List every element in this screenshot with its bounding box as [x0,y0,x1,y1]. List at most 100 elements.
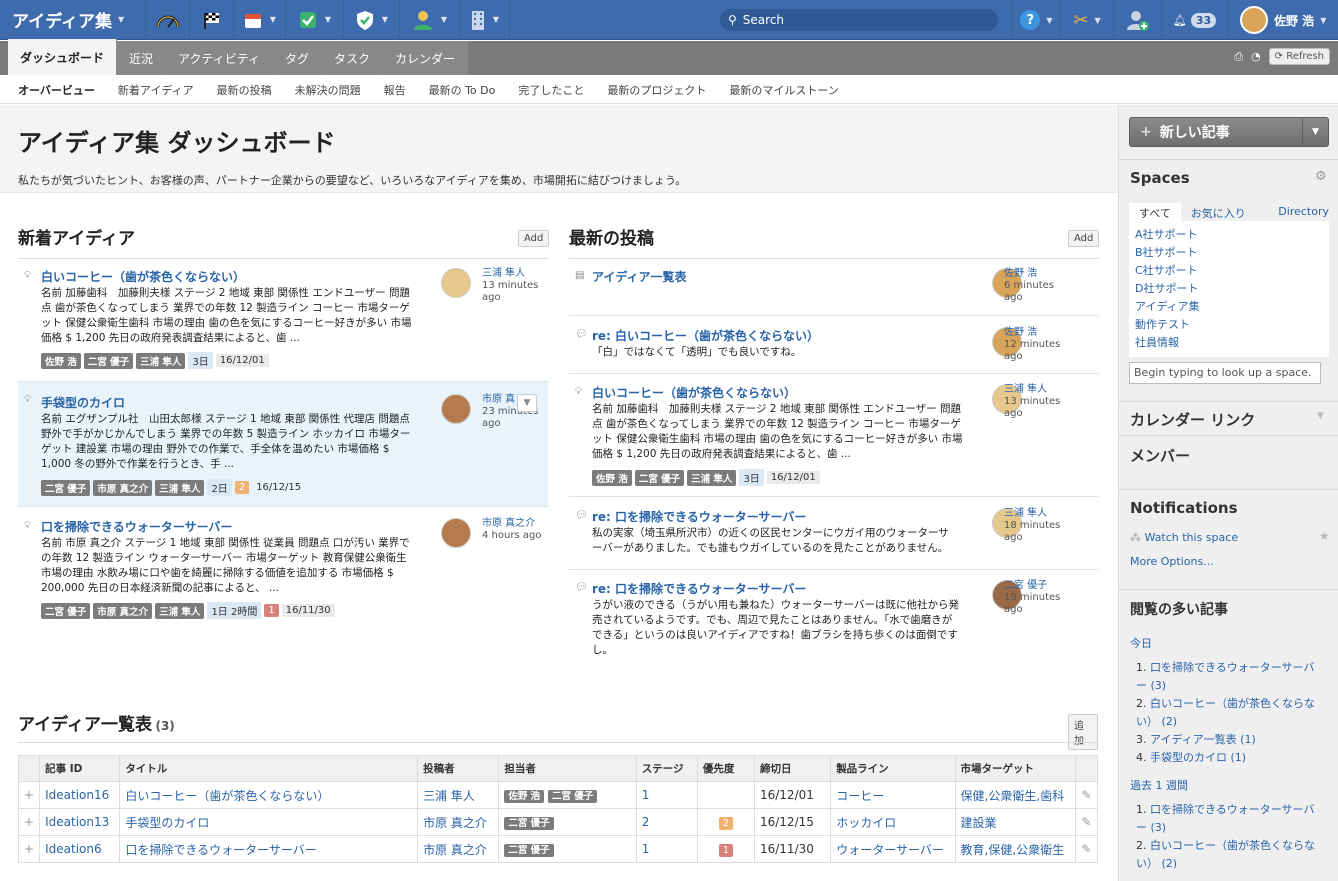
expand-plus-icon[interactable]: + [17,835,41,863]
avatar[interactable] [441,394,471,424]
item-title[interactable]: re: 口を掃除できるウォーターサーバー [592,508,806,525]
shield-check-icon[interactable]: ▼ [344,0,400,40]
tag[interactable]: 二宮 優子 [41,479,91,496]
item-title[interactable]: アイディア一覧表 [592,268,687,285]
space-lookup-input[interactable]: Begin typing to look up a space. [1129,362,1321,384]
expand-plus-icon[interactable]: + [17,808,41,836]
item-title[interactable]: 白いコーヒー（歯が茶色くならない） [41,268,245,285]
tag[interactable]: 二宮 優子 [634,469,685,486]
popular-item[interactable]: 2. 白いコーヒー（歯が茶色くならない） (2) [1136,695,1320,731]
members-heading[interactable]: メンバー [1130,445,1190,466]
calendar-links-heading[interactable]: カレンダー リンク [1130,409,1255,430]
cell-poster[interactable]: 市原 真之介 [417,808,500,836]
admin-tools-icon[interactable]: ✂ ▼ [1060,0,1113,40]
notifications-button[interactable]: 🔔︎ 33 [1161,0,1227,40]
tag[interactable]: 市原 真之介 [93,479,153,496]
add-user-icon[interactable] [1113,0,1161,40]
popular-item[interactable]: 3. アイディア一覧表 (1) [1136,731,1320,749]
pencil-icon[interactable]: ✎ [1074,835,1099,863]
cell-target[interactable]: 建設業 [954,808,1076,836]
space-link[interactable]: アイディア集 [1135,298,1323,316]
cell-product[interactable]: コーヒー [830,781,956,809]
author-name[interactable]: 佐野 浩 [1004,268,1054,280]
chevron-down-icon[interactable]: ▼ [1317,411,1324,421]
expand-plus-icon[interactable]: + [17,781,41,809]
item-title[interactable]: re: 白いコーヒー（歯が茶色くならない） [592,327,819,344]
subnav-recent-posts[interactable]: 最新の投稿 [217,82,272,98]
avatar[interactable] [441,268,471,298]
cell-target[interactable]: 教育,保健,公衆衛生 [954,835,1076,863]
people-icon[interactable]: ▼ [400,0,460,40]
cell-product[interactable]: ホッカイロ [830,808,956,836]
space-link[interactable]: C社サポート [1135,262,1323,280]
subnav-reports[interactable]: 報告 [384,82,406,98]
refresh-button[interactable]: ⟳ Refresh [1268,48,1330,65]
subnav-overview[interactable]: オーバービュー [18,82,95,98]
tag[interactable]: 三浦 隼人 [155,479,205,496]
pencil-icon[interactable]: ✎ [1074,808,1099,836]
tab-tasks[interactable]: タスク [322,41,384,75]
author-name[interactable]: 三浦 隼人 [482,268,538,280]
cell-id[interactable]: Ideation6 [39,835,121,863]
cell-stage[interactable]: 1 [635,835,698,863]
space-link[interactable]: D社サポート [1135,280,1323,298]
author-name[interactable]: 市原 真之介 [482,518,541,530]
tag[interactable]: 三浦 隼人 [687,469,737,486]
column-header[interactable]: 製品ライン [830,755,956,782]
tag[interactable]: 二宮 優子 [504,844,554,857]
tag[interactable]: 佐野 浩 [41,352,81,369]
cell-title[interactable]: 白いコーヒー（歯が茶色くならない） [119,781,419,809]
tab-tags[interactable]: タグ [273,41,323,75]
more-options-link[interactable]: More Options... [1130,555,1214,568]
tag[interactable]: 佐野 浩 [592,469,632,486]
tag[interactable]: 二宮 優子 [504,817,554,830]
tag[interactable]: 二宮 優子 [41,602,91,619]
column-header[interactable]: 記事 ID [39,755,121,782]
cell-title[interactable]: 手袋型のカイロ [119,808,419,836]
cell-target[interactable]: 保健,公衆衛生,歯科 [954,781,1076,809]
watch-space-link[interactable]: ⁂ Watch this space [1130,531,1238,544]
tab-status[interactable]: 近況 [117,41,167,75]
cell-id[interactable]: Ideation13 [39,808,121,836]
calendar-icon[interactable]: ▼ [234,0,286,40]
gear-icon[interactable]: ⚙ [1315,169,1327,184]
user-menu[interactable]: 佐野 浩 ▼ [1227,0,1338,40]
space-link[interactable]: 社員情報 [1135,334,1323,352]
item-title[interactable]: 手袋型のカイロ [41,394,125,411]
column-header[interactable]: 投稿者 [417,755,500,782]
add-row-button[interactable]: 追加 [1068,714,1098,750]
star-icon[interactable]: ★ [1319,529,1330,543]
author-name[interactable]: 二宮 優子 [1004,580,1060,592]
cell-poster[interactable]: 三浦 隼人 [417,781,500,809]
space-link[interactable]: A社サポート [1135,226,1323,244]
dashboard-gauge-icon[interactable] [146,0,190,40]
column-header[interactable]: タイトル [119,755,419,782]
chevron-down-icon[interactable]: ▼ [1302,118,1328,146]
subnav-done[interactable]: 完了したこと [518,82,584,98]
tab-all-spaces[interactable]: すべて [1129,203,1181,223]
search-input[interactable]: ⚲ Search [720,9,998,31]
space-menu[interactable]: アイディア集 ▼ [0,0,146,40]
avatar[interactable] [441,518,471,548]
item-actions-dropdown[interactable]: ▼ [517,394,537,412]
space-link[interactable]: 動作テスト [1135,316,1323,334]
tab-activity[interactable]: アクティビティ [166,41,273,75]
popular-item[interactable]: 1. 口を掃除できるウォーターサーバー (3) [1136,801,1320,837]
building-icon[interactable]: ▼ [460,0,510,40]
column-header[interactable]: ステージ [635,755,698,782]
author-name[interactable]: 三浦 隼人 [1004,384,1060,396]
column-header[interactable]: 担当者 [498,755,637,782]
tag[interactable]: 三浦 隼人 [155,602,205,619]
tab-dashboard[interactable]: ダッシュボード [8,39,118,75]
popular-item[interactable]: 4. 手袋型のカイロ (1) [1136,749,1320,767]
subnav-new-ideas[interactable]: 新着アイディア [118,82,194,98]
cell-id[interactable]: Ideation16 [39,781,121,809]
tab-directory[interactable]: Directory [1268,203,1329,223]
cell-stage[interactable]: 1 [635,781,698,809]
tab-favorite-spaces[interactable]: お気に入り [1181,203,1256,223]
help-icon[interactable]: ? ▼ [1012,0,1060,40]
column-header[interactable]: 優先度 [696,755,755,782]
item-title[interactable]: 口を掃除できるウォーターサーバー [41,518,232,535]
tasks-checkbox-icon[interactable]: ▼ [286,0,344,40]
tag[interactable]: 三浦 隼人 [136,352,186,369]
